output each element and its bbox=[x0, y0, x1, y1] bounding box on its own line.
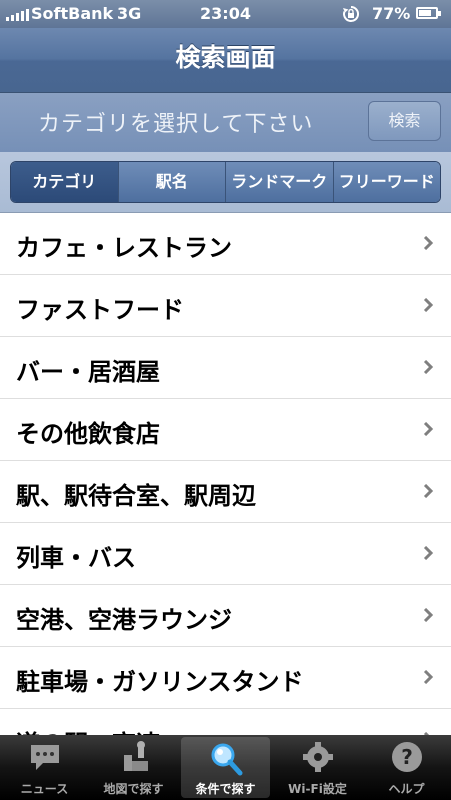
svg-text:?: ? bbox=[401, 745, 413, 769]
tab-label: 地図で探す bbox=[103, 782, 164, 796]
chevron-right-icon bbox=[423, 236, 434, 250]
tab-4[interactable]: Wi-Fi設定 bbox=[273, 735, 362, 800]
gear-icon bbox=[302, 742, 333, 772]
search-button[interactable]: 検索 bbox=[368, 101, 441, 141]
category-row[interactable]: ファストフード bbox=[0, 275, 451, 337]
chevron-right-icon bbox=[423, 484, 434, 498]
battery-icon bbox=[416, 7, 441, 19]
segment-1[interactable]: カテゴリ bbox=[11, 162, 118, 202]
chevron-right-icon bbox=[423, 422, 434, 436]
tab-label: Wi-Fi設定 bbox=[288, 782, 347, 796]
navigation-bar: 検索画面 bbox=[0, 28, 451, 93]
category-row[interactable]: 道の駅・高速 bbox=[0, 709, 451, 735]
segment-bar: カテゴリ 駅名 ランドマーク フリーワード bbox=[0, 152, 451, 213]
category-row[interactable]: 駅、駅待合室、駅周辺 bbox=[0, 461, 451, 523]
speech-bubble-icon bbox=[30, 745, 59, 770]
status-bar: SoftBank 3G 23:04 77% bbox=[0, 0, 451, 28]
tab-5[interactable]: ? ヘルプ bbox=[362, 735, 451, 800]
category-list[interactable]: カフェ・レストラン ファストフード バー・居酒屋 その他飲食店駅、駅待合室、駅周辺 列車… bbox=[0, 213, 451, 735]
category-label: カフェ・レストラン bbox=[16, 234, 232, 262]
search-mode-segmented-control: カテゴリ 駅名 ランドマーク フリーワード bbox=[10, 161, 441, 203]
page-title: 検索画面 bbox=[175, 43, 276, 72]
tab-3[interactable]: 条件で探す bbox=[181, 737, 270, 798]
category-row[interactable]: カフェ・レストラン bbox=[0, 213, 451, 275]
category-label: ファストフード bbox=[16, 296, 184, 324]
tab-label: ニュース bbox=[20, 782, 69, 796]
category-label: 列車・バス bbox=[16, 544, 136, 572]
category-row[interactable]: 空港、空港ラウンジ bbox=[0, 585, 451, 647]
category-row[interactable]: 列車・バス bbox=[0, 523, 451, 585]
category-row[interactable]: 駐車場・ガソリンスタンド bbox=[0, 647, 451, 709]
chevron-right-icon bbox=[423, 546, 434, 560]
tab-2[interactable]: 地図で探す bbox=[89, 735, 178, 800]
tab-bar: ニュース 地図で探す 条件で探す Wi-Fi設定? ヘルプ bbox=[0, 735, 451, 800]
chevron-right-icon bbox=[423, 608, 434, 622]
category-row[interactable]: その他飲食店 bbox=[0, 399, 451, 461]
map-icon bbox=[123, 741, 148, 771]
category-label: 空港、空港ラウンジ bbox=[16, 606, 232, 634]
battery-percent: 77% bbox=[372, 4, 411, 23]
chevron-right-icon bbox=[423, 360, 434, 374]
tab-1[interactable]: ニュース bbox=[0, 735, 89, 800]
segment-4[interactable]: フリーワード bbox=[332, 162, 440, 202]
category-label: バー・居酒屋 bbox=[16, 358, 160, 386]
help-icon: ? bbox=[391, 742, 422, 772]
magnifier-icon bbox=[211, 743, 242, 776]
search-header: カテゴリを選択して下さい 検索 bbox=[0, 93, 451, 152]
chevron-right-icon bbox=[423, 670, 434, 684]
segment-2[interactable]: 駅名 bbox=[117, 162, 225, 202]
chevron-right-icon bbox=[423, 298, 434, 312]
category-row[interactable]: バー・居酒屋 bbox=[0, 337, 451, 399]
rotation-lock-icon bbox=[343, 5, 360, 22]
segment-3[interactable]: ランドマーク bbox=[225, 162, 333, 202]
category-label: 道の駅・高速 bbox=[16, 724, 160, 735]
category-label: 駐車場・ガソリンスタンド bbox=[16, 668, 304, 696]
category-label: その他飲食店 bbox=[16, 420, 160, 448]
tab-label: ヘルプ bbox=[388, 782, 425, 796]
category-label: 駅、駅待合室、駅周辺 bbox=[16, 482, 256, 510]
category-prompt: カテゴリを選択して下さい bbox=[38, 112, 314, 137]
tab-label: 条件で探す bbox=[195, 782, 256, 796]
